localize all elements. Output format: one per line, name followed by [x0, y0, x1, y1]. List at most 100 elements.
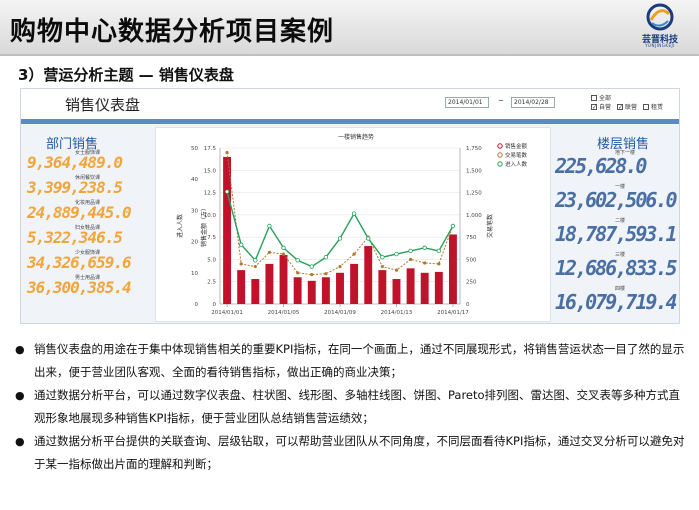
- logo-subtext: YUNJINGKEJI: [645, 43, 675, 48]
- sales-bar: [378, 270, 387, 304]
- left-y-tick-label: 40: [191, 177, 198, 183]
- right-y-tick-label: 500: [466, 257, 477, 263]
- floor-value: 16,079,719.4: [555, 290, 677, 314]
- trades-point: [394, 268, 399, 272]
- visitors-point: [309, 264, 314, 269]
- trades-point: [423, 261, 427, 265]
- trades-point: [408, 257, 413, 262]
- sales-bar: [293, 277, 302, 304]
- trades-point: [253, 264, 257, 269]
- visitors-point: [422, 245, 427, 251]
- dashboard-title: 销售仪表盘: [65, 96, 141, 114]
- sales-bar: [307, 280, 316, 304]
- left-y-tick-label: 50: [191, 146, 198, 152]
- department-value: 34,326,659.6: [27, 253, 132, 272]
- sales-bar: [223, 156, 232, 304]
- left-y-axis-label: 进入人数: [176, 214, 184, 238]
- sales-bar: [237, 270, 246, 304]
- visitors-line: [226, 191, 454, 268]
- visitors-point: [323, 254, 329, 260]
- department-value: 5,322,346.5: [27, 228, 123, 247]
- floor-item[interactable]: 一楼 23,602,506.0: [553, 183, 679, 217]
- department-value: 3,399,238.5: [27, 178, 123, 197]
- floor-item[interactable]: 地下一楼 225,628.0: [553, 149, 679, 183]
- right-y-axis-label: 交易笔数: [486, 214, 494, 238]
- inner-y-tick-label: 12.5: [204, 191, 217, 197]
- visitors-point: [394, 251, 399, 257]
- visitors-point: [366, 236, 371, 241]
- department-value: 24,889,445.0: [27, 203, 132, 222]
- floor-item[interactable]: 四楼 16,079,719.4: [553, 285, 679, 319]
- legend-marker: [497, 143, 503, 149]
- checkbox-all[interactable]: 全部: [591, 93, 611, 102]
- department-item[interactable]: 妇女鞋品课 5,322,346.5: [25, 224, 149, 249]
- left-y-tick-label: 0: [195, 302, 199, 308]
- right-y-tick-label: 1,250: [466, 191, 482, 197]
- legend-marker: [497, 152, 503, 158]
- trades-point: [437, 262, 441, 266]
- trades-point: [281, 252, 286, 256]
- bullet-item: ● 销售仪表盘的用途在于集中体现销售相关的重要KPI指标，在同一个画面上，通过不同…: [14, 338, 686, 384]
- title-bar: 购物中心数据分析项目案例 芸晋科技 YUNJINGKEJI: [0, 0, 699, 56]
- x-tick-label: 2014/01/05: [268, 310, 300, 316]
- trend-chart-svg: 一楼销售趋势02.55.07.510.012.515.017.501020304…: [176, 133, 528, 316]
- inner-y-axis-label: 销售金额（万）: [200, 205, 208, 247]
- floor-value: 18,787,593.1: [555, 222, 677, 246]
- floor-value: 23,602,506.0: [555, 188, 677, 212]
- checkbox-self-operated[interactable]: ✓ 自营: [591, 102, 611, 111]
- inner-y-tick-label: 17.5: [204, 146, 217, 152]
- trades-point: [225, 150, 229, 155]
- right-y-tick-label: 1,000: [466, 213, 482, 219]
- legend-label: 进入人数: [505, 160, 528, 168]
- checkbox-box: ✓: [617, 103, 624, 111]
- department-item[interactable]: 化妆用品课 24,889,445.0: [25, 199, 149, 224]
- bullet-dot: ●: [15, 389, 25, 402]
- checkbox-box: ✓: [591, 103, 598, 111]
- date-range-separator: ~: [498, 97, 504, 105]
- department-item[interactable]: 男士用品课 36,300,385.4: [25, 274, 149, 299]
- checkbox-label: 联营: [625, 104, 638, 111]
- sales-bar: [350, 263, 359, 304]
- visitors-point: [408, 248, 413, 254]
- date-to-input[interactable]: 2014/02/28: [511, 97, 555, 108]
- date-from-input[interactable]: 2014/01/01: [445, 97, 489, 108]
- legend-label: 销售金额: [505, 142, 528, 150]
- checkbox-joint[interactable]: ✓ 联营: [617, 102, 637, 111]
- visitors-point: [450, 223, 456, 229]
- floor-item[interactable]: 三楼 12,686,833.5: [553, 251, 679, 285]
- floor-item[interactable]: 二楼 18,787,593.1: [553, 217, 679, 251]
- department-item[interactable]: 少女服饰课 34,326,659.6: [25, 249, 149, 274]
- trades-point: [338, 264, 342, 269]
- checkbox-label: 自营: [599, 104, 612, 111]
- legend-marker: [497, 161, 503, 167]
- left-y-tick-label: 20: [191, 240, 198, 246]
- right-y-tick-label: 1,500: [466, 168, 482, 174]
- trades-point: [267, 250, 272, 254]
- inner-y-tick-label: 2.5: [207, 280, 216, 286]
- visitors-point: [337, 236, 343, 241]
- bullet-text: 通过数据分析平台，可以通过数字仪表盘、柱状图、线形图、多轴柱线图、饼图、Pare…: [34, 388, 681, 425]
- section-subtitle: 3）营运分析主题 — 销售仪表盘: [18, 66, 234, 84]
- header-divider: [21, 119, 679, 124]
- visitors-point: [253, 258, 258, 263]
- department-item[interactable]: 女士服饰课 9,364,489.0: [25, 149, 149, 174]
- sales-bar: [420, 272, 429, 304]
- floor-value: 225,628.0: [555, 154, 647, 178]
- visitors-point: [281, 245, 286, 251]
- left-y-tick-label: 30: [191, 208, 198, 214]
- trades-point: [352, 252, 356, 256]
- bullet-text: 通过数据分析平台提供的关联查询、层级钻取，可以帮助营业团队从不同角度，不同层面看…: [34, 434, 685, 471]
- visitors-point: [267, 223, 272, 229]
- sales-bar: [434, 271, 443, 304]
- visitors-point: [436, 248, 442, 254]
- bullet-item: ● 通过数据分析平台，可以通过数字仪表盘、柱状图、线形图、多轴柱线图、饼图、Par…: [14, 384, 686, 430]
- department-item[interactable]: 休闲餐饮课 3,399,238.5: [25, 174, 149, 199]
- chart-title: 一楼销售趋势: [338, 133, 374, 141]
- bullet-text: 销售仪表盘的用途在于集中体现销售相关的重要KPI指标，在同一个画面上，通过不同展…: [34, 342, 685, 379]
- inner-y-tick-label: 5.0: [207, 257, 216, 263]
- department-value: 9,364,489.0: [27, 153, 123, 172]
- sales-bar: [321, 277, 330, 304]
- checkbox-box: [643, 103, 649, 110]
- checkbox-lease[interactable]: 租赁: [643, 102, 663, 111]
- left-y-tick-label: 10: [191, 271, 198, 277]
